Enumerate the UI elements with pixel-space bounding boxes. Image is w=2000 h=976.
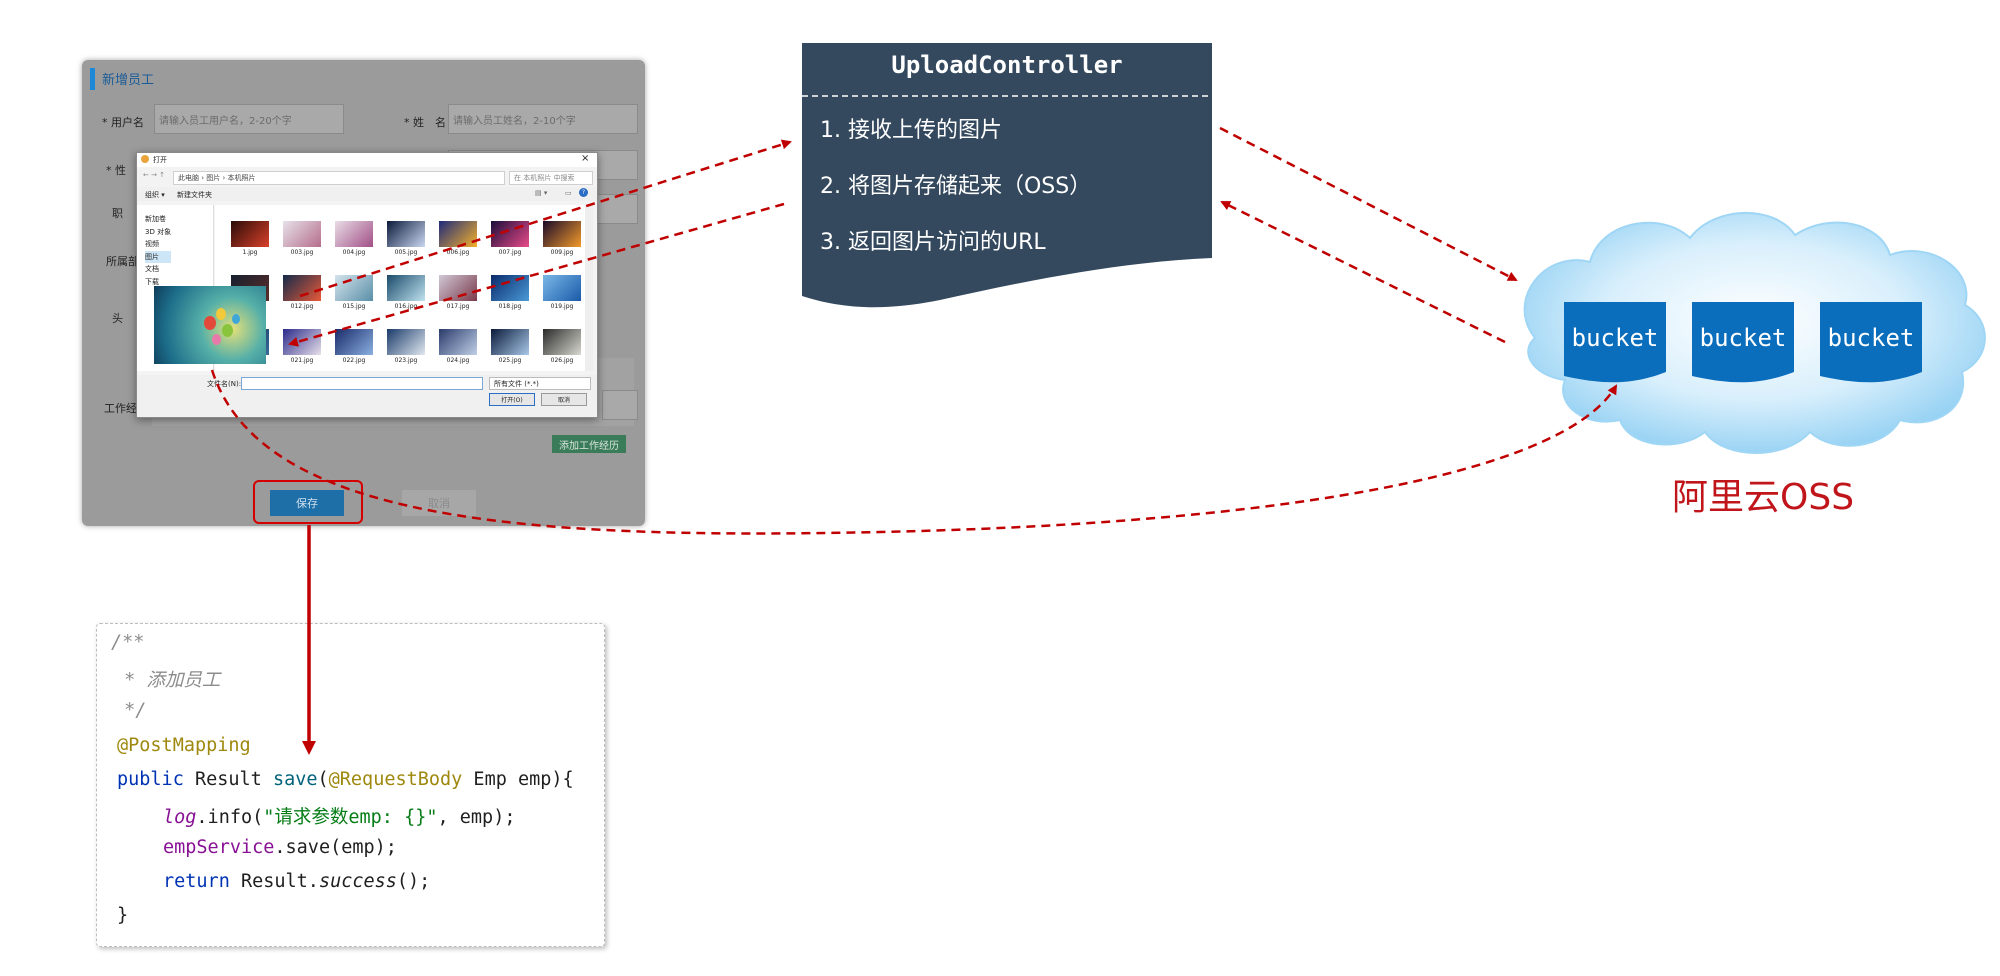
- arrow-oss-to-controller: [1220, 200, 1506, 344]
- controller-step-1: 1. 接收上传的图片: [820, 118, 1002, 143]
- bucket-label: bucket: [1699, 324, 1787, 352]
- arrow-controller-url-to-image: [288, 202, 785, 347]
- arrow-image-to-oss-curve: [210, 369, 1618, 535]
- controller-title: UploadController: [891, 51, 1123, 79]
- arrow-save-to-code-head: [302, 741, 316, 755]
- arrow-controller-to-oss: [1219, 126, 1518, 282]
- controller-step-2: 2. 将图片存储起来（OSS）: [820, 174, 1092, 199]
- bucket-label: bucket: [1827, 324, 1915, 352]
- bucket-label: bucket: [1571, 324, 1659, 352]
- oss-label: 阿里云OSS: [1672, 477, 1855, 518]
- controller-step-3: 3. 返回图片访问的URL: [820, 230, 1046, 255]
